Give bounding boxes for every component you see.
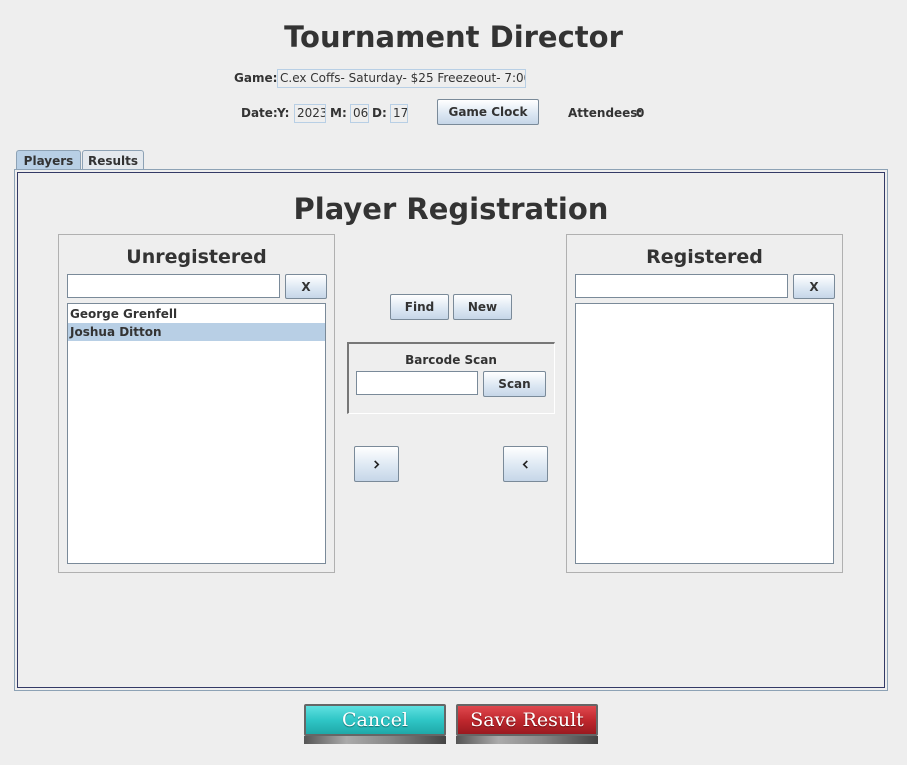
registration-title: Player Registration: [293, 192, 609, 226]
year-field[interactable]: 2023: [294, 104, 326, 123]
tab-results[interactable]: Results: [82, 150, 144, 170]
new-button[interactable]: New: [453, 294, 512, 320]
app-title: Tournament Director: [284, 20, 623, 54]
day-field[interactable]: 17: [390, 104, 408, 123]
attendees-count: 0: [636, 106, 645, 120]
save-button-base: [456, 736, 598, 744]
save-button-wrap: Save Result: [456, 704, 598, 744]
tab-players[interactable]: Players: [16, 150, 81, 171]
barcode-input[interactable]: [356, 371, 478, 395]
barcode-scan-title: Barcode Scan: [405, 353, 497, 367]
game-clock-button[interactable]: Game Clock: [437, 99, 539, 125]
unregistered-filter-input[interactable]: [67, 274, 280, 298]
cancel-button[interactable]: Cancel: [304, 704, 446, 736]
day-label: D:: [372, 106, 387, 120]
unregistered-clear-button[interactable]: X: [285, 274, 327, 299]
chevron-right-icon: [374, 459, 380, 469]
registered-filter-input[interactable]: [575, 274, 788, 298]
registered-list[interactable]: [575, 303, 834, 564]
registered-clear-button[interactable]: X: [793, 274, 835, 299]
unregistered-list[interactable]: George Grenfell Joshua Ditton: [67, 303, 326, 564]
game-label: Game:: [234, 71, 278, 85]
save-result-button[interactable]: Save Result: [456, 704, 598, 736]
list-item[interactable]: Joshua Ditton: [68, 323, 325, 341]
list-item[interactable]: George Grenfell: [68, 305, 325, 323]
month-field[interactable]: 06: [350, 104, 369, 123]
month-label: M:: [330, 106, 347, 120]
date-label: Date:: [241, 106, 278, 120]
unregistered-title: Unregistered: [126, 246, 267, 268]
unregister-player-button[interactable]: [503, 446, 548, 482]
registered-title: Registered: [646, 246, 763, 268]
chevron-left-icon: [522, 459, 528, 469]
game-field[interactable]: C.ex Coffs- Saturday- $25 Freezeout- 7:0…: [277, 69, 526, 88]
cancel-button-base: [304, 736, 446, 744]
attendees-label: Attendees:: [568, 106, 643, 120]
find-button[interactable]: Find: [390, 294, 449, 320]
register-player-button[interactable]: [354, 446, 399, 482]
year-label: Y:: [277, 106, 290, 120]
scan-button[interactable]: Scan: [483, 371, 546, 397]
cancel-button-wrap: Cancel: [304, 704, 446, 744]
